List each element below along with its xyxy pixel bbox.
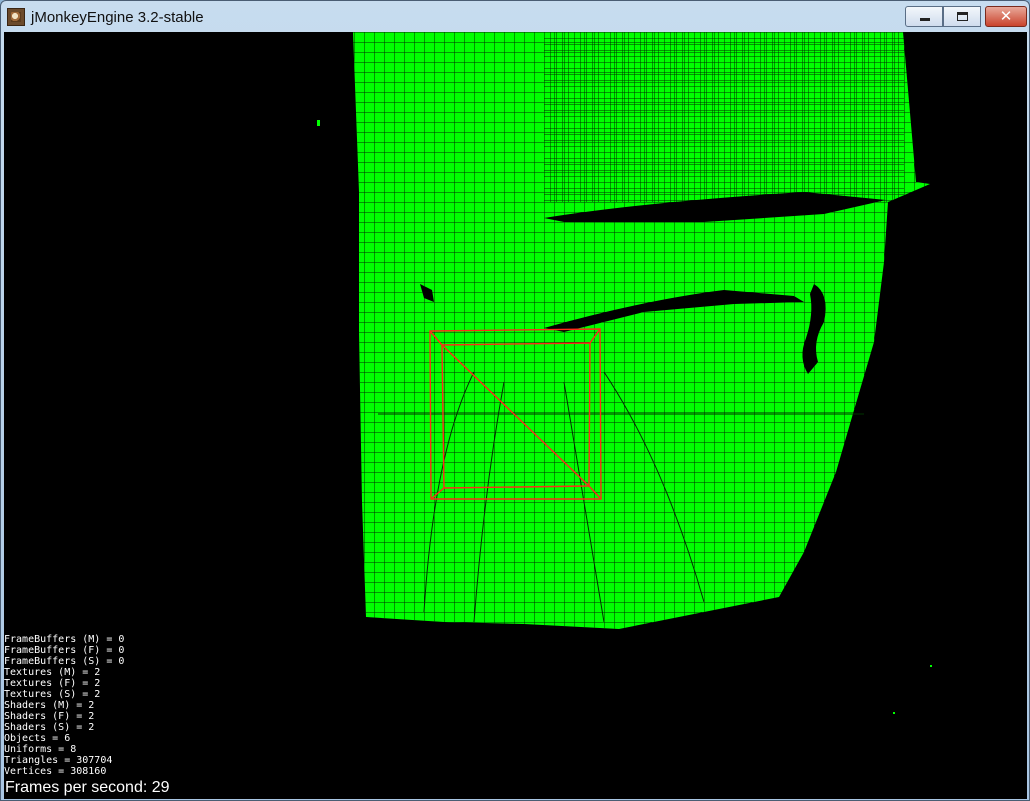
stray-point [930, 665, 932, 667]
stat-line: FrameBuffers (F) = 0 [4, 645, 125, 656]
stat-line: Textures (S) = 2 [4, 689, 101, 700]
maximize-button[interactable] [943, 6, 981, 27]
stat-line: Objects = 6 [4, 733, 71, 744]
stat-line: Vertices = 308160 [4, 766, 107, 777]
title-bar[interactable]: jMonkeyEngine 3.2-stable ✕ [1, 1, 1029, 33]
window-title: jMonkeyEngine 3.2-stable [31, 9, 204, 26]
close-button[interactable]: ✕ [985, 6, 1027, 27]
jmonkey-logo-icon[interactable] [7, 8, 25, 26]
mesh-wireframe-dense [544, 32, 904, 202]
scene-canvas [317, 32, 932, 714]
minimize-button[interactable] [905, 6, 943, 27]
stat-line: Shaders (M) = 2 [4, 700, 95, 711]
close-icon: ✕ [999, 7, 1013, 25]
stat-line: Uniforms = 8 [4, 744, 77, 755]
maximize-icon [957, 12, 968, 21]
stray-point [317, 120, 320, 126]
stray-point [893, 712, 895, 714]
stat-line: Textures (M) = 2 [4, 667, 101, 678]
stat-line: FrameBuffers (M) = 0 [4, 634, 125, 645]
stat-line: Triangles = 307704 [4, 755, 113, 766]
stat-line: Shaders (S) = 2 [4, 722, 95, 733]
point-cloud-mesh [353, 32, 930, 629]
stat-line: FrameBuffers (S) = 0 [4, 656, 125, 667]
stat-line: Shaders (F) = 2 [4, 711, 95, 722]
render-viewport[interactable]: FrameBuffers (M) = 0 FrameBuffers (F) = … [4, 32, 1027, 799]
minimize-icon [920, 18, 930, 21]
stats-overlay: FrameBuffers (M) = 0 FrameBuffers (F) = … [4, 634, 124, 777]
app-window: jMonkeyEngine 3.2-stable ✕ FrameBuffers … [0, 0, 1030, 801]
stat-line: Textures (F) = 2 [4, 678, 101, 689]
fps-counter: Frames per second: 29 [5, 779, 170, 796]
